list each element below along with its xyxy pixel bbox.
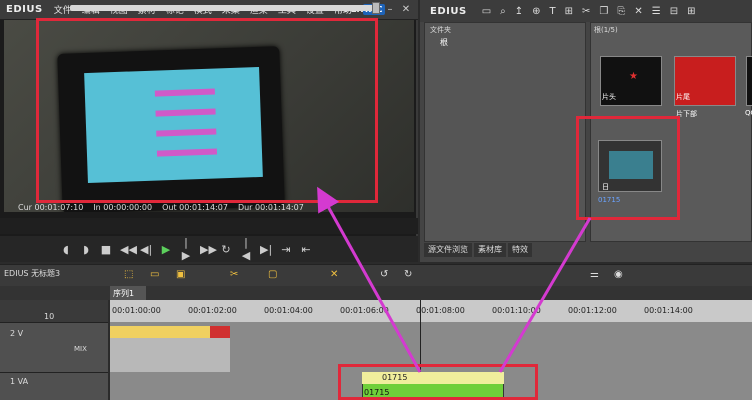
arrow-from-bin: [498, 217, 592, 373]
arrow-to-player: [317, 186, 422, 373]
annotation-arrows: [317, 186, 592, 373]
